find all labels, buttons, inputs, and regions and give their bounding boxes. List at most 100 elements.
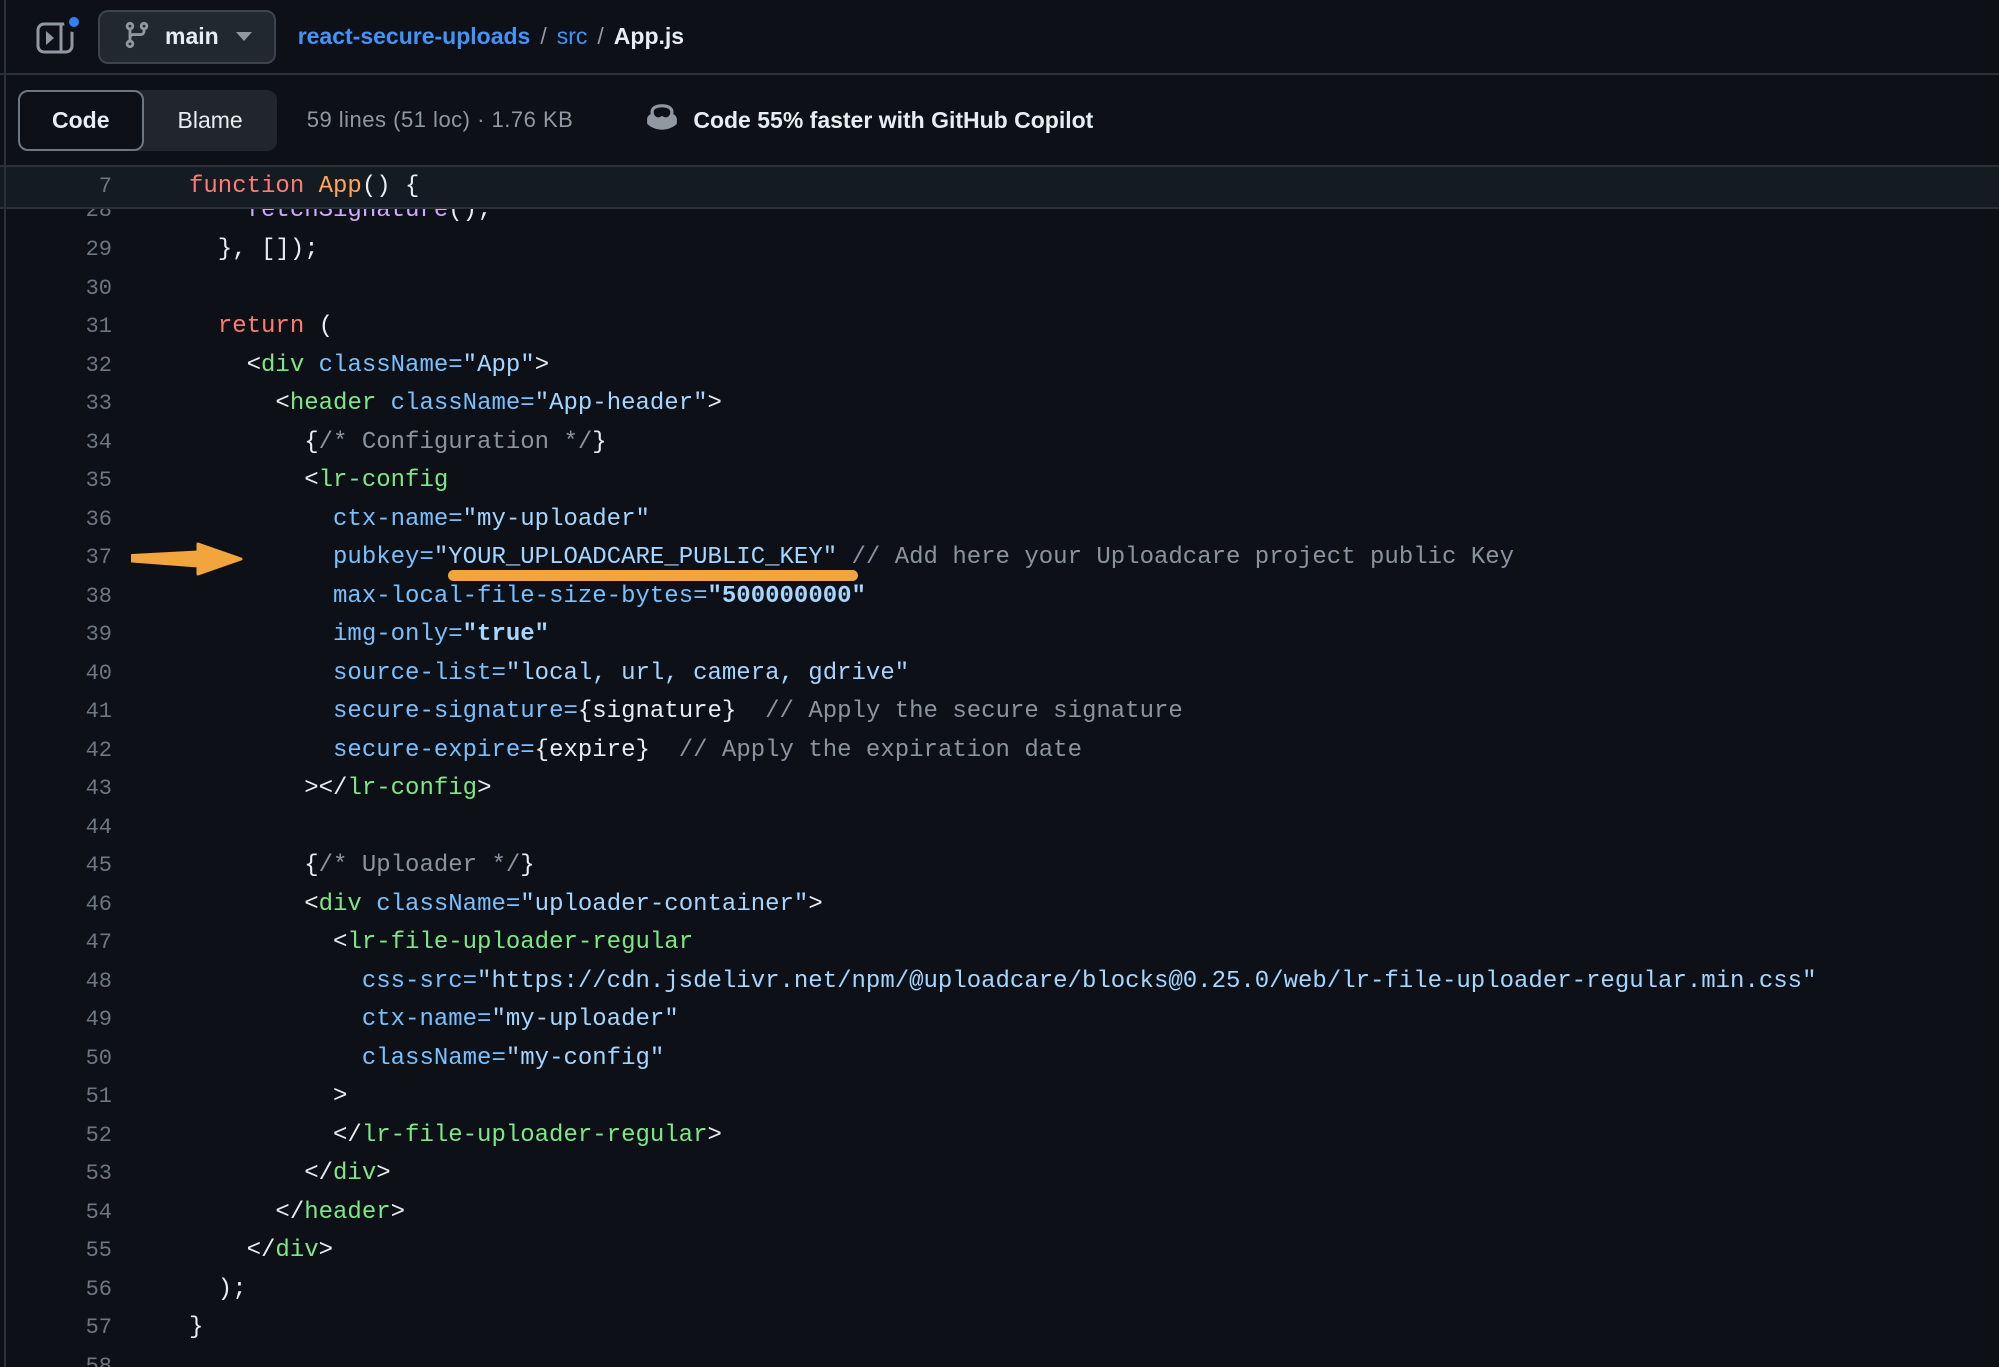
line-number[interactable]: 51	[0, 1078, 112, 1117]
code-token: "App"	[463, 352, 535, 379]
line-number[interactable]: 58	[0, 1348, 112, 1367]
line-number[interactable]: 57	[0, 1309, 112, 1348]
code-token: fetchSignature	[247, 209, 449, 224]
code-listing: 7function App() {28 fetchSignature();29 …	[0, 167, 1999, 1367]
line-number[interactable]: 35	[0, 462, 112, 501]
line-number[interactable]: 43	[0, 770, 112, 809]
code-text: <lr-config	[112, 462, 448, 501]
code-line: 39 img-only="true"	[0, 616, 1999, 655]
tab-code[interactable]: Code	[18, 90, 144, 151]
code-line: 46 <div className="uploader-container">	[0, 886, 1999, 925]
line-number[interactable]: 44	[0, 809, 112, 848]
code-token	[189, 506, 333, 533]
code-token: "my-uploader"	[491, 1006, 678, 1033]
code-token: ctx-name=	[362, 1006, 492, 1033]
code-line: 55 </div>	[0, 1232, 1999, 1271]
code-token: div	[261, 352, 304, 379]
code-token	[189, 621, 333, 648]
code-token: return	[218, 313, 304, 340]
line-number[interactable]: 34	[0, 424, 112, 463]
code-token	[376, 390, 390, 417]
code-text: ctx-name="my-uploader"	[112, 1001, 679, 1040]
code-line: 47 <lr-file-uploader-regular	[0, 924, 1999, 963]
line-number[interactable]: 40	[0, 655, 112, 694]
code-token: img-only=	[333, 621, 463, 648]
line-number[interactable]: 39	[0, 616, 112, 655]
code-token: <	[189, 390, 290, 417]
code-text: css-src="https://cdn.jsdelivr.net/npm/@u…	[112, 963, 1816, 1002]
line-number[interactable]: 28	[0, 209, 112, 231]
code-token: /* Uploader */	[319, 852, 521, 879]
blob-toolbar: Code Blame 59 lines (51 loc) · 1.76 KB C…	[0, 75, 1999, 167]
code-text: function App() {	[112, 167, 419, 207]
code-line: 34 {/* Configuration */}	[0, 424, 1999, 463]
copilot-banner-text[interactable]: Code 55% faster with GitHub Copilot	[693, 107, 1093, 134]
line-number[interactable]: 37	[0, 539, 112, 578]
code-text	[112, 809, 189, 848]
branch-selector-button[interactable]: main	[98, 10, 276, 64]
line-number[interactable]: 30	[0, 270, 112, 309]
line-number[interactable]: 52	[0, 1117, 112, 1156]
line-number[interactable]: 42	[0, 732, 112, 771]
code-text: className="my-config"	[112, 1040, 664, 1079]
code-token: secure-signature=	[333, 698, 578, 725]
breadcrumb-separator: /	[540, 23, 546, 50]
code-line: 33 <header className="App-header">	[0, 385, 1999, 424]
code-token	[189, 698, 333, 725]
line-number[interactable]: 46	[0, 886, 112, 925]
code-token: <	[189, 891, 319, 918]
code-token: </	[189, 1199, 304, 1226]
line-number[interactable]: 29	[0, 231, 112, 270]
code-text: }, []);	[112, 231, 319, 270]
code-token: >	[708, 390, 722, 417]
code-token	[189, 313, 218, 340]
breadcrumb-repo-link[interactable]: react-secure-uploads	[298, 23, 531, 50]
line-number[interactable]: 41	[0, 693, 112, 732]
line-number[interactable]: 36	[0, 501, 112, 540]
code-token: "my-uploader"	[463, 506, 650, 533]
code-text: {/* Configuration */}	[112, 424, 607, 463]
code-line: 42 secure-expire={expire} // Apply the e…	[0, 732, 1999, 771]
code-text: secure-signature={signature} // Apply th…	[112, 693, 1183, 732]
highlighted-token: "YOUR_UPLOADCARE_PUBLIC_KEY"	[434, 539, 837, 578]
code-token: header	[304, 1199, 390, 1226]
chevron-down-icon	[236, 32, 252, 41]
line-number[interactable]: 49	[0, 1001, 112, 1040]
line-number[interactable]: 31	[0, 308, 112, 347]
line-number[interactable]: 7	[0, 167, 112, 207]
line-number[interactable]: 47	[0, 924, 112, 963]
code-token: >	[477, 775, 491, 802]
line-number[interactable]: 45	[0, 847, 112, 886]
code-text: fetchSignature();	[112, 209, 491, 231]
code-token	[837, 544, 851, 571]
line-number[interactable]: 33	[0, 385, 112, 424]
code-text: </div>	[112, 1155, 391, 1194]
line-number[interactable]: 48	[0, 963, 112, 1002]
code-text: <lr-file-uploader-regular	[112, 924, 693, 963]
line-number[interactable]: 54	[0, 1194, 112, 1233]
line-number[interactable]: 38	[0, 578, 112, 617]
code-token: ctx-name=	[333, 506, 463, 533]
code-token: lr-config	[319, 467, 449, 494]
code-token: () {	[362, 173, 420, 200]
code-token: "local, url, camera, gdrive"	[506, 660, 909, 687]
code-token: >	[535, 352, 549, 379]
code-token: div	[333, 1160, 376, 1187]
code-token	[304, 352, 318, 379]
line-number[interactable]: 53	[0, 1155, 112, 1194]
code-token: >	[189, 1083, 347, 1110]
code-text: </div>	[112, 1232, 333, 1271]
line-number[interactable]: 56	[0, 1271, 112, 1310]
code-token: max-local-file-size-bytes=	[333, 583, 707, 610]
line-number[interactable]: 55	[0, 1232, 112, 1271]
expand-file-tree-button[interactable]	[34, 14, 86, 60]
code-token	[736, 698, 765, 725]
line-number[interactable]: 32	[0, 347, 112, 386]
code-token	[189, 1006, 362, 1033]
tab-blame[interactable]: Blame	[144, 90, 277, 151]
line-number[interactable]: 50	[0, 1040, 112, 1079]
code-blame-switcher: Code Blame	[18, 90, 277, 151]
code-token: className=	[376, 891, 520, 918]
code-line: 49 ctx-name="my-uploader"	[0, 1001, 1999, 1040]
breadcrumb-dir-link[interactable]: src	[557, 23, 588, 50]
